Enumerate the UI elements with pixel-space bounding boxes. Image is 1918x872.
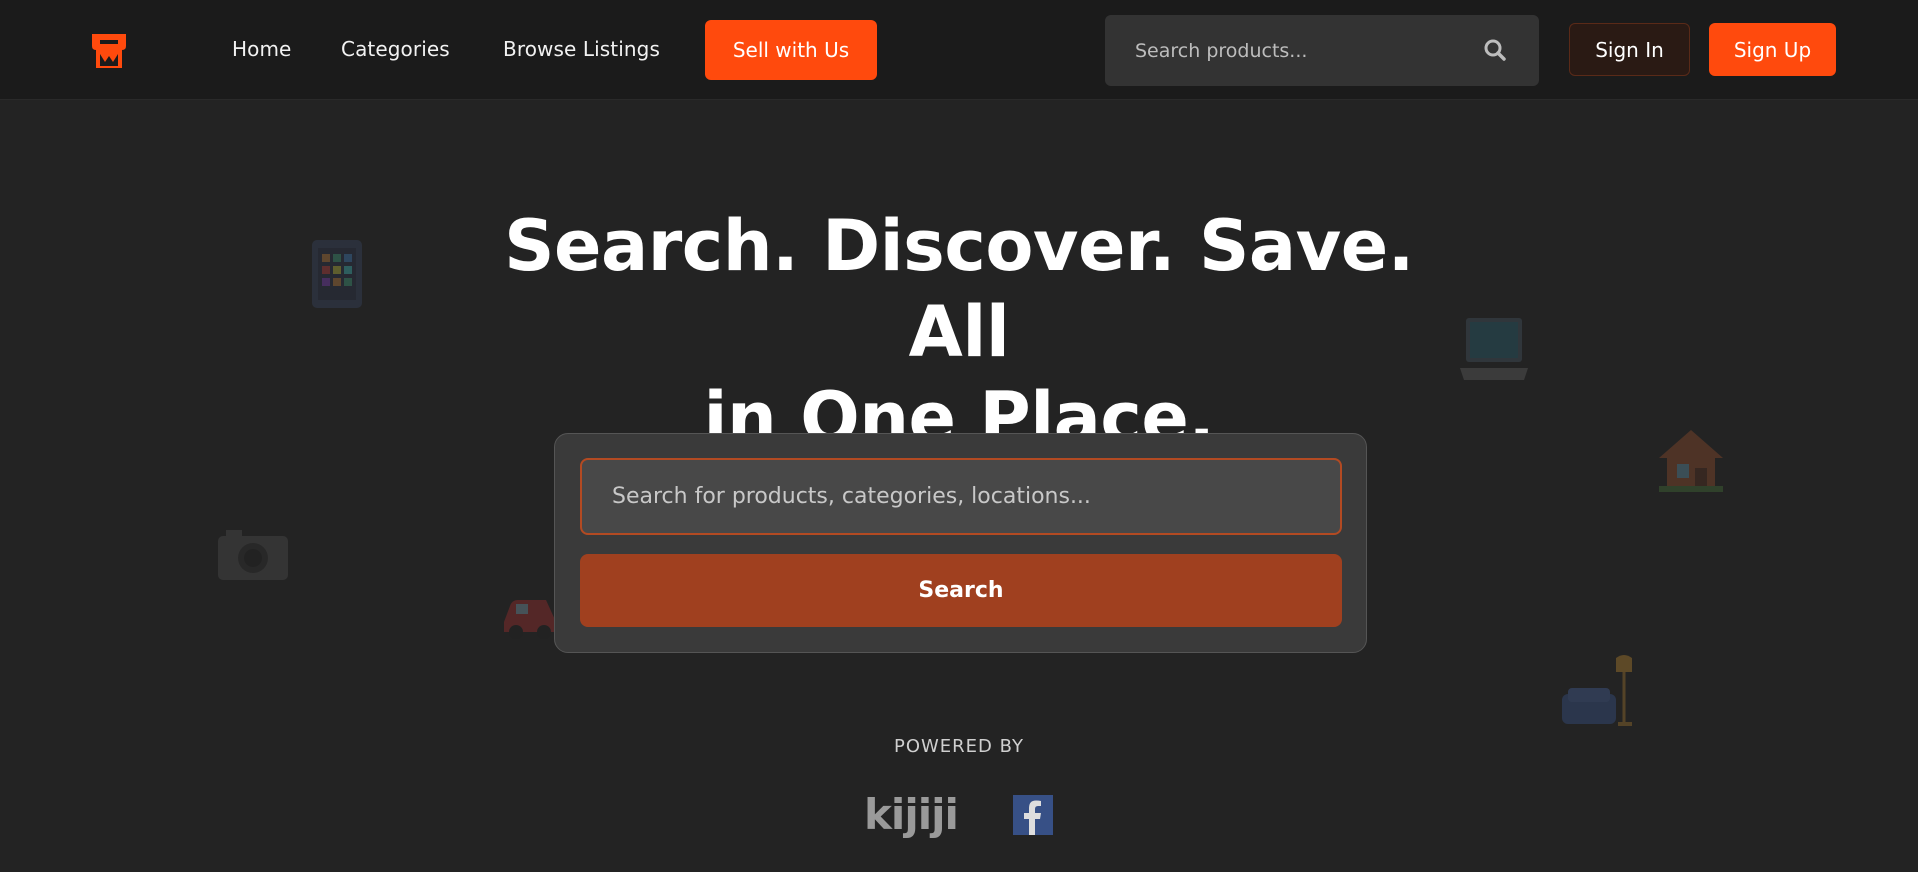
sign-in-button[interactable]: Sign In [1569,23,1690,76]
nav-link-browse-listings[interactable]: Browse Listings [503,37,660,61]
header-search-input[interactable] [1135,39,1465,63]
main-search-input[interactable] [580,458,1342,535]
hero-title: Search. Discover. Save. All in One Place… [459,203,1459,461]
facebook-icon[interactable] [1013,795,1053,835]
search-button[interactable]: Search [580,554,1342,627]
car-icon [500,592,556,646]
kijiji-logo[interactable]: kijiji [864,790,959,839]
powered-by-label: POWERED BY [893,736,1024,757]
search-card: Search [554,433,1367,653]
sign-up-button[interactable]: Sign Up [1709,23,1836,76]
nav-link-home[interactable]: Home [232,37,291,61]
nav-link-categories[interactable]: Categories [341,37,450,61]
camera-icon [216,526,290,586]
header-search-box [1105,15,1539,86]
tablet-icon [310,238,364,314]
store-logo-icon[interactable] [88,30,130,72]
search-icon[interactable] [1483,38,1507,62]
navbar: Home Categories Browse Listings Sell wit… [0,0,1918,100]
laptop-icon [1458,314,1530,392]
sell-with-us-button[interactable]: Sell with Us [705,20,877,80]
hero-title-line1: Search. Discover. Save. All [504,205,1414,373]
house-icon [1655,424,1727,500]
sofa-lamp-icon [1560,652,1638,732]
